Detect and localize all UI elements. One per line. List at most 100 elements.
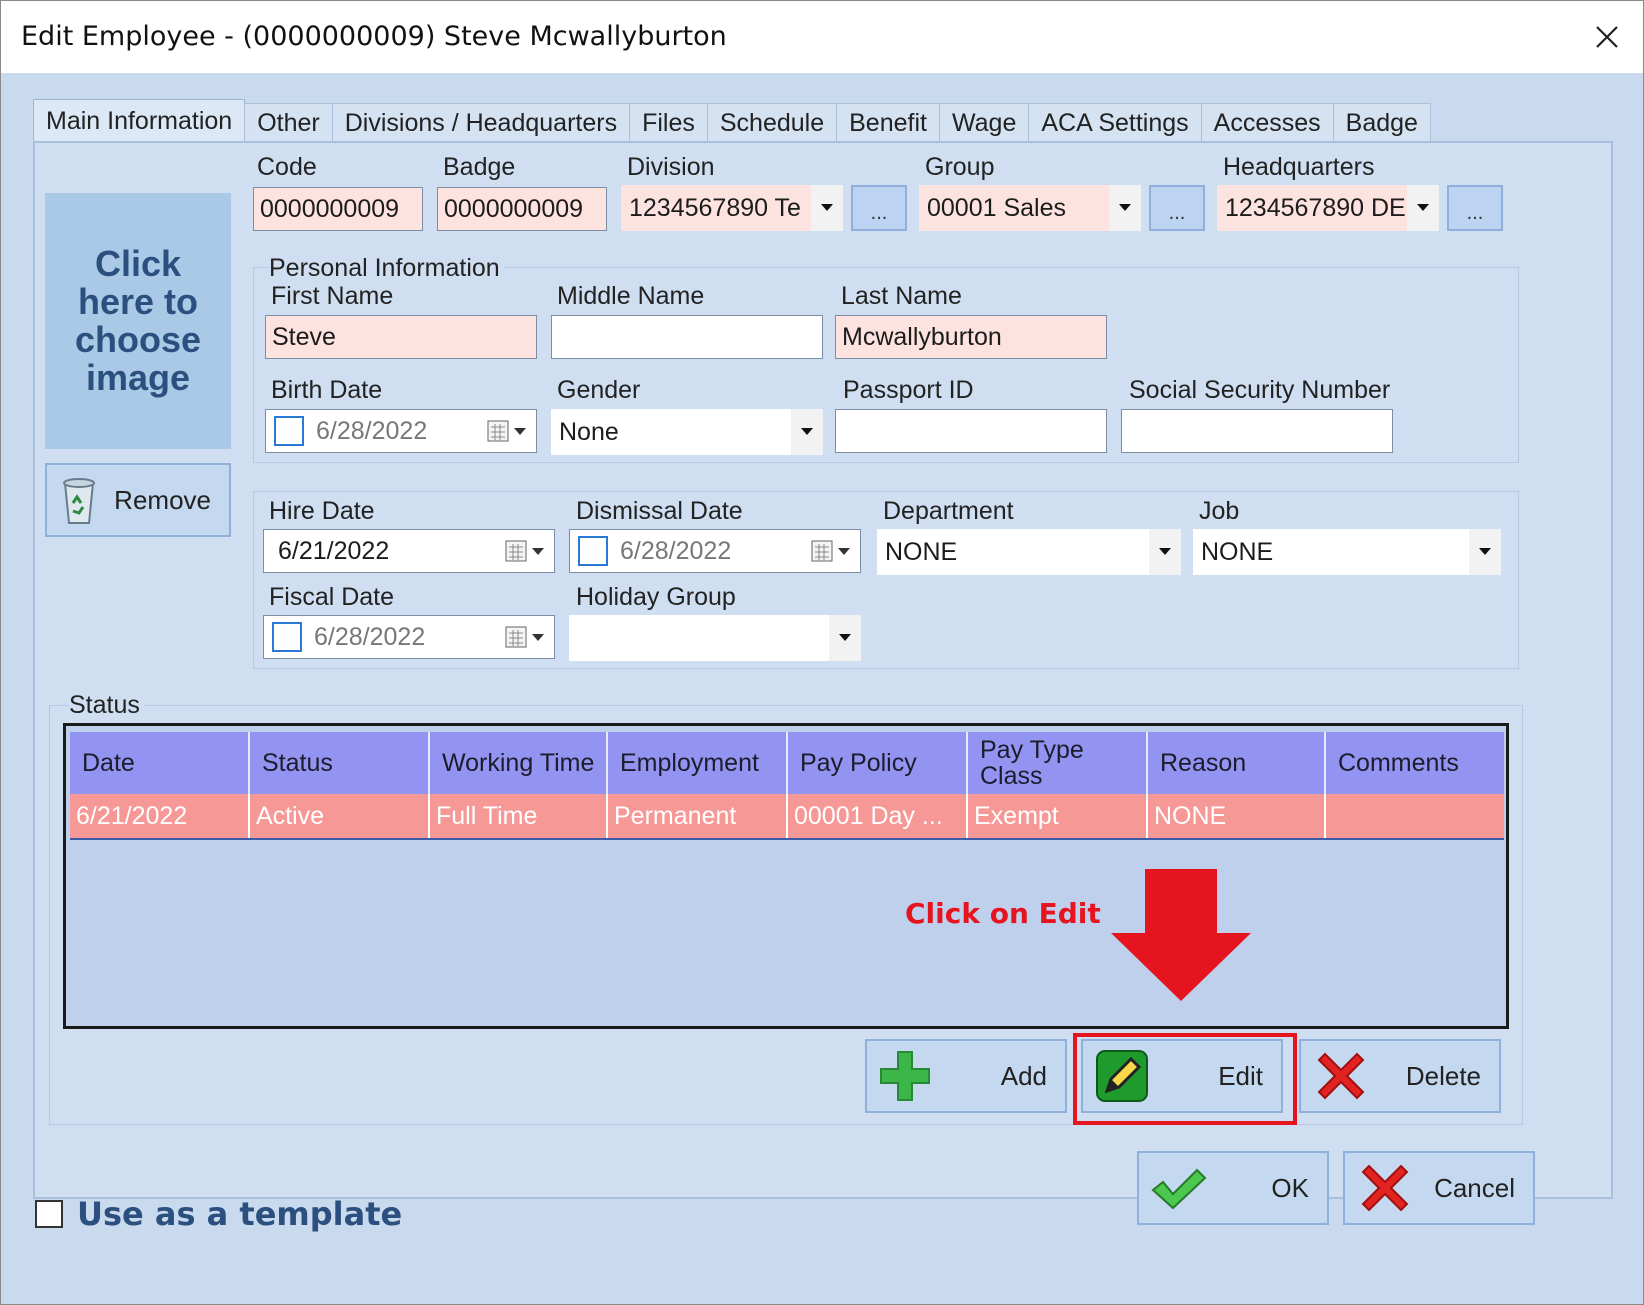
table-row[interactable]: 6/21/2022 Active Full Time Permanent 000… [70,794,1504,840]
column-header-status[interactable]: Status [250,732,430,794]
birth-date-checkbox[interactable] [274,416,304,446]
add-label: Add [1000,1060,1047,1091]
group-browse-button[interactable]: ... [1149,185,1205,231]
plus-icon [880,1051,930,1101]
first-name-label: First Name [271,282,394,310]
delete-status-button[interactable]: Delete [1299,1039,1501,1113]
division-select[interactable]: 1234567890 Te [621,185,843,231]
ok-label: OK [1271,1172,1309,1203]
code-input[interactable]: 0000000009 [253,187,423,231]
hire-date-picker[interactable]: 6/21/2022 [263,529,555,573]
tab-wage[interactable]: Wage [938,103,1030,143]
group-value: 00001 Sales [927,193,1067,222]
tab-aca-settings[interactable]: ACA Settings [1028,103,1202,143]
use-as-template-control[interactable]: Use as a template [35,1195,402,1233]
fiscal-date-label: Fiscal Date [269,583,395,611]
choose-image-area[interactable]: Click here to choose image [45,193,231,449]
job-label: Job [1199,497,1240,525]
headquarters-browse-button[interactable]: ... [1447,185,1503,231]
division-browse-button[interactable]: ... [851,185,907,231]
dismissal-date-checkbox[interactable] [578,536,608,566]
cell-pay-type-class: Exempt [968,794,1148,838]
column-header-employment[interactable]: Employment [608,732,788,794]
tab-schedule[interactable]: Schedule [706,103,838,143]
cell-status: Active [250,794,430,838]
chevron-down-icon[interactable] [811,185,843,231]
hire-date-value: 6/21/2022 [278,536,390,565]
department-value: NONE [885,537,958,566]
calendar-icon[interactable] [482,419,536,443]
badge-input[interactable]: 0000000009 [437,187,607,231]
chevron-down-icon[interactable] [829,615,861,661]
last-name-input[interactable]: Mcwallyburton [835,315,1107,359]
tab-accesses[interactable]: Accesses [1200,103,1334,143]
passport-id-input[interactable] [835,409,1107,453]
fiscal-date-picker[interactable]: 6/28/2022 [263,615,555,659]
cell-date: 6/21/2022 [70,794,250,838]
last-name-label: Last Name [841,282,962,310]
division-label: Division [627,153,715,181]
column-header-date[interactable]: Date [70,732,250,794]
cancel-button[interactable]: Cancel [1343,1151,1535,1225]
calendar-icon[interactable] [806,539,860,563]
red-x-icon [1361,1164,1409,1212]
add-status-button[interactable]: Add [865,1039,1067,1113]
tab-divisions-headquarters[interactable]: Divisions / Headquarters [331,103,631,143]
headquarters-select[interactable]: 1234567890 DE [1217,185,1439,231]
ssn-input[interactable] [1121,409,1393,453]
column-header-working-time[interactable]: Working Time [430,732,608,794]
choose-image-text: Click here to choose image [74,243,202,398]
department-select[interactable]: NONE [877,529,1181,575]
chevron-down-icon[interactable] [1109,185,1141,231]
column-header-comments[interactable]: Comments [1326,732,1504,794]
calendar-icon[interactable] [500,539,554,563]
gender-select[interactable]: None [551,409,823,455]
dismissal-date-picker[interactable]: 6/28/2022 [569,529,861,573]
headquarters-label: Headquarters [1223,153,1375,181]
chevron-down-icon[interactable] [1469,529,1501,575]
red-x-icon [1317,1052,1365,1100]
department-label: Department [883,497,1014,525]
cell-pay-policy: 00001 Day ... [788,794,968,838]
gender-label: Gender [557,376,641,404]
division-value: 1234567890 Te [629,193,801,222]
column-header-reason[interactable]: Reason [1148,732,1326,794]
annotation-text: Click on Edit [905,897,1101,930]
job-select[interactable]: NONE [1193,529,1501,575]
remove-label: Remove [114,484,211,515]
cell-working-time: Full Time [430,794,608,838]
job-value: NONE [1201,537,1274,566]
passport-id-label: Passport ID [843,376,974,404]
cell-employment: Permanent [608,794,788,838]
tab-benefit[interactable]: Benefit [836,103,940,143]
birth-date-picker[interactable]: 6/28/2022 [265,409,537,453]
cancel-label: Cancel [1434,1172,1515,1203]
chevron-down-icon[interactable] [1407,185,1439,231]
tab-strip: Main Information Other Divisions / Headq… [33,99,1431,143]
tab-other[interactable]: Other [244,103,333,143]
column-header-pay-type-class[interactable]: Pay Type Class [968,732,1148,794]
ok-button[interactable]: OK [1137,1151,1329,1225]
red-down-arrow-icon [1111,869,1251,1001]
chevron-down-icon[interactable] [1149,529,1181,575]
group-select[interactable]: 00001 Sales [919,185,1141,231]
column-header-pay-policy[interactable]: Pay Policy [788,732,968,794]
tab-main-information[interactable]: Main Information [33,99,246,143]
close-button[interactable] [1587,17,1627,57]
status-legend: Status [69,691,144,720]
close-icon [1596,26,1618,48]
tab-badge[interactable]: Badge [1332,103,1431,143]
dismissal-date-label: Dismissal Date [576,497,743,525]
tab-files[interactable]: Files [629,103,708,143]
chevron-down-icon[interactable] [791,409,823,455]
holiday-group-select[interactable] [569,615,861,661]
first-name-input[interactable]: Steve [265,315,537,359]
middle-name-input[interactable] [551,315,823,359]
recycle-bin-icon [63,478,95,524]
remove-image-button[interactable]: Remove [45,463,231,537]
dismissal-date-value: 6/28/2022 [620,536,732,565]
fiscal-date-checkbox[interactable] [272,622,302,652]
calendar-icon[interactable] [500,625,554,649]
cell-reason: NONE [1148,794,1326,838]
use-as-template-checkbox[interactable] [35,1200,63,1228]
